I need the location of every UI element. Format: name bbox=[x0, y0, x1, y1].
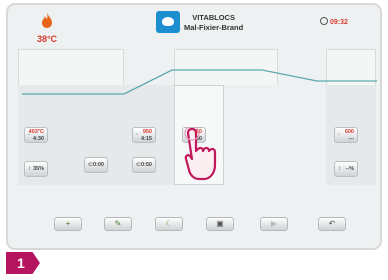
firing-curve bbox=[22, 69, 377, 95]
vacuum-icon: ⊂ bbox=[136, 162, 142, 168]
night-mode-button[interactable]: ☾ bbox=[155, 217, 183, 231]
chamber-temperature: 38°C bbox=[32, 13, 62, 44]
program-subtitle: Mal-Fixier-Brand bbox=[184, 23, 244, 32]
stage-1-rate-tile[interactable]: ↕ 35% bbox=[24, 161, 48, 177]
program-icon[interactable] bbox=[156, 11, 180, 33]
clock-icon bbox=[320, 17, 328, 25]
start-button[interactable]: ▶ bbox=[260, 217, 288, 231]
edit-button[interactable]: ✎ bbox=[104, 217, 132, 231]
stage-5-rate-tile[interactable]: ↕ --% bbox=[334, 161, 358, 177]
vacuum-icon: ⊂ bbox=[88, 162, 94, 168]
play-icon: ▶ bbox=[270, 219, 278, 228]
return-arrow-icon: ↶ bbox=[328, 219, 336, 228]
stage-1b-tile[interactable]: ⊂ 0:00 bbox=[84, 157, 108, 173]
stage-2-temp-tile[interactable]: ◦ 950 4:15 bbox=[132, 127, 156, 143]
temp-icon: ◦ bbox=[338, 132, 341, 138]
pencil-icon: ✎ bbox=[114, 219, 122, 228]
add-program-button[interactable]: + bbox=[54, 217, 82, 231]
stage-1-temp-tile[interactable]: ◦ 403°C 4:30 bbox=[24, 127, 48, 143]
flame-icon bbox=[42, 13, 52, 28]
folder-plus-icon: + bbox=[65, 219, 71, 228]
floppy-icon: ▣ bbox=[216, 219, 224, 228]
clock-time: 09:32 bbox=[330, 19, 348, 26]
temp-icon: ◦ bbox=[136, 132, 139, 138]
stage-1-temp: 403°C bbox=[28, 129, 44, 135]
stage-5-temp-tile[interactable]: ◦ 600 --- bbox=[334, 127, 358, 143]
stage-5-temp: 600 bbox=[344, 129, 354, 135]
temperature-value: 38°C bbox=[36, 34, 58, 44]
pointing-hand-icon bbox=[184, 127, 217, 181]
moon-icon: ☾ bbox=[165, 219, 173, 228]
stage-4-panel[interactable] bbox=[224, 85, 278, 185]
stage-2b-tile[interactable]: ⊂ 0:50 bbox=[132, 157, 156, 173]
device-screen: 38°C VITABLOCS Mal-Fixier-Brand 09:32 ◦ … bbox=[6, 3, 382, 250]
stage-2-temp: 950 bbox=[142, 129, 152, 135]
rate-icon: ↕ bbox=[28, 166, 31, 172]
back-button[interactable]: ↶ bbox=[318, 217, 346, 231]
program-name: VITABLOCS bbox=[192, 13, 235, 22]
clock: 09:32 bbox=[320, 17, 348, 26]
temp-icon: ◦ bbox=[28, 132, 31, 138]
rate-icon: ↕ bbox=[338, 166, 341, 172]
step-number-badge: 1 bbox=[6, 252, 40, 274]
save-button[interactable]: ▣ bbox=[206, 217, 234, 231]
program-title[interactable]: VITABLOCS Mal-Fixier-Brand bbox=[184, 13, 243, 33]
